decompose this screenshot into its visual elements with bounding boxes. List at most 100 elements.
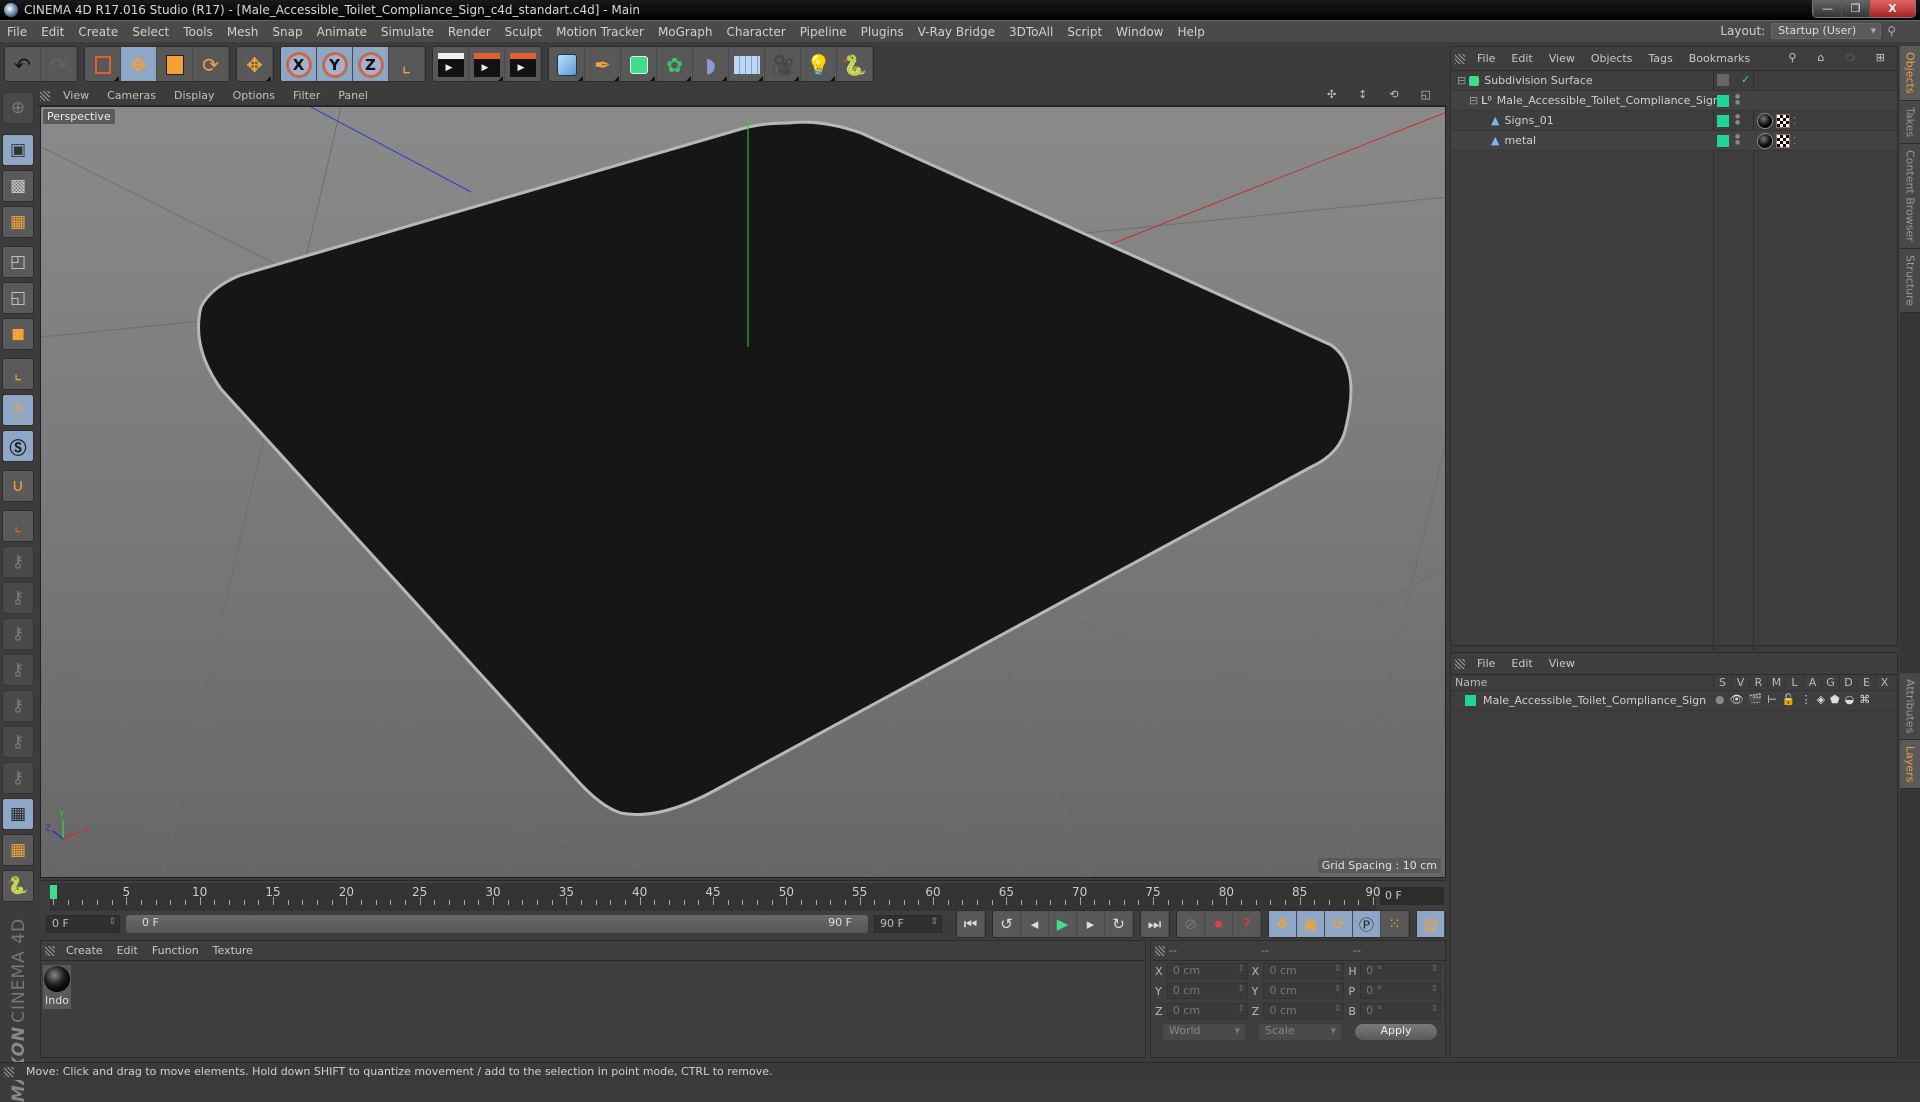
record-button[interactable]: ⏺ [1205,911,1233,937]
menu-mesh[interactable]: Mesh [220,25,266,39]
editor-visibility-icon[interactable] [1717,74,1729,86]
menu-render[interactable]: Render [441,25,498,39]
uvw-tag-icon[interactable] [1776,134,1790,148]
workplane-axis-button[interactable]: ⌞ [2,510,34,542]
key-parameter-toggle[interactable]: Ⓟ [1353,911,1381,937]
parameter-key-button[interactable]: ⚷ [2,690,34,722]
tab-attributes[interactable]: Attributes [1900,672,1920,740]
orbit-icon[interactable]: ⟲ [1380,88,1407,101]
scale-key-button[interactable]: ⚷ [2,654,34,686]
material-menu-function[interactable]: Function [145,944,206,957]
deformer-flag-icon[interactable]: ⬟ [1830,693,1840,706]
playhead[interactable] [50,885,57,899]
viewport-menu-panel[interactable]: Panel [329,89,377,102]
light-button[interactable]: 💡 [801,47,837,81]
object-menu-objects[interactable]: Objects [1583,52,1641,65]
axis-mode-button[interactable]: ⌞ [2,358,34,390]
menu-mograph[interactable]: MoGraph [651,25,720,39]
minimize-button[interactable]: — [1813,0,1841,17]
menu-motion-tracker[interactable]: Motion Tracker [549,25,651,39]
pen-spline-button[interactable]: ✒ [585,47,621,81]
home-icon[interactable]: ⌂ [1809,51,1832,65]
render-picture-viewer-button[interactable] [469,47,505,81]
preview-range-slider[interactable]: 0 F 90 F [126,915,868,933]
layer-color-icon[interactable] [1465,695,1476,706]
layer-color-icon[interactable] [1717,135,1729,147]
auto-key-button[interactable]: ? [1233,911,1261,937]
goto-end-button[interactable]: ⏭ [1141,911,1169,937]
visibility-dots-icon[interactable]: ● ● [1735,114,1740,126]
key-pla-toggle[interactable]: ⁙ [1381,911,1409,937]
zoom-icon[interactable]: ↕ [1349,88,1376,101]
rotate-tool-button[interactable]: ⟳ [193,47,229,81]
render-settings-button[interactable] [505,47,541,81]
y-axis-toggle[interactable]: Y [317,47,353,81]
timeline-window-button[interactable]: ▤ [1417,911,1445,937]
menu-create[interactable]: Create [71,25,125,39]
uvw-tag-icon[interactable] [1776,114,1790,128]
render-view-button[interactable] [433,47,469,81]
panel-grip-icon[interactable] [1455,53,1465,64]
layout-dropdown[interactable]: Startup (User) [1771,23,1882,39]
x-axis-toggle[interactable]: X [281,47,317,81]
tab-layers[interactable]: Layers [1900,740,1920,790]
pos-z-field[interactable]: 0 cm [1166,1003,1248,1019]
visibility-dots-icon[interactable]: ● ● [1735,134,1740,146]
python-script-button[interactable]: 🐍 [2,870,34,902]
menu-file[interactable]: File [0,25,34,39]
object-menu-bookmarks[interactable]: Bookmarks [1681,52,1758,65]
maximize-view-icon[interactable]: ◱ [1412,88,1440,101]
render-flag-icon[interactable]: 🎬 [1749,693,1763,706]
position-key-button[interactable]: ⚷ [2,582,34,614]
live-selection-button[interactable] [85,47,121,81]
object-menu-edit[interactable]: Edit [1503,52,1540,65]
coordinate-system-button[interactable]: ⌞ [389,47,425,81]
snap-button[interactable]: ∪ [2,470,34,502]
layer-menu-file[interactable]: File [1469,657,1503,670]
menu-help[interactable]: Help [1170,25,1211,39]
menu-window[interactable]: Window [1109,25,1170,39]
recent-tool-button[interactable]: ✥ [237,47,273,81]
polygons-mode-button[interactable]: ◼ [2,318,34,350]
key-position-toggle[interactable]: ✥ [1269,911,1297,937]
menu-3dtoall[interactable]: 3DToAll [1002,25,1060,39]
points-mode-button[interactable]: ◰ [2,246,34,278]
material-menu-create[interactable]: Create [59,944,110,957]
collapse-icon[interactable]: ⊟ [1469,94,1478,107]
menu-sculpt[interactable]: Sculpt [498,25,549,39]
menu-animate[interactable]: Animate [310,25,374,39]
xref-flag-icon[interactable]: ⌘ [1859,693,1870,706]
transform-mode-dropdown[interactable]: Scale [1259,1024,1341,1040]
layer-menu-view[interactable]: View [1541,657,1583,670]
menu-tools[interactable]: Tools [176,25,220,39]
pos-x-field[interactable]: 0 cm [1166,963,1248,979]
layer-menu-edit[interactable]: Edit [1503,657,1540,670]
next-frame-button[interactable]: ▸ [1077,911,1105,937]
model-mode-button[interactable]: ▣ [2,134,34,166]
lock-workplane-button[interactable]: ▦ [2,798,34,830]
texture-mode-button[interactable]: ▩ [2,170,34,202]
menu-simulate[interactable]: Simulate [374,25,441,39]
tweak-mode-button[interactable]: 🖱 [2,394,34,426]
expression-flag-icon[interactable]: ◒ [1845,693,1855,706]
new-view-icon[interactable]: ⊞ [1868,51,1893,65]
material-tag-icon[interactable] [1757,133,1773,149]
panel-grip-icon[interactable] [40,90,50,101]
layer-color-icon[interactable] [1717,95,1729,107]
material-menu-texture[interactable]: Texture [206,944,260,957]
menu-vray-bridge[interactable]: V-Ray Bridge [911,25,1002,39]
object-menu-tags[interactable]: Tags [1640,52,1680,65]
pan-icon[interactable]: ✣ [1318,88,1345,101]
coordinate-mode-dropdown[interactable]: World [1163,1024,1245,1040]
viewport-menu-options[interactable]: Options [224,89,284,102]
animation-flag-icon[interactable]: ⋮ [1801,693,1812,706]
cube-button[interactable] [549,47,585,81]
enabled-check-icon[interactable]: ✓ [1741,73,1750,86]
prev-key-button[interactable]: ↺ [993,911,1021,937]
size-z-field[interactable]: 0 cm [1263,1003,1345,1019]
close-button[interactable]: X [1869,0,1915,17]
layer-color-icon[interactable] [1717,115,1729,127]
point-level-key-button[interactable]: ⚷ [2,726,34,758]
workplane-mode-button[interactable]: ▦ [2,206,34,238]
tab-structure[interactable]: Structure [1900,248,1920,313]
